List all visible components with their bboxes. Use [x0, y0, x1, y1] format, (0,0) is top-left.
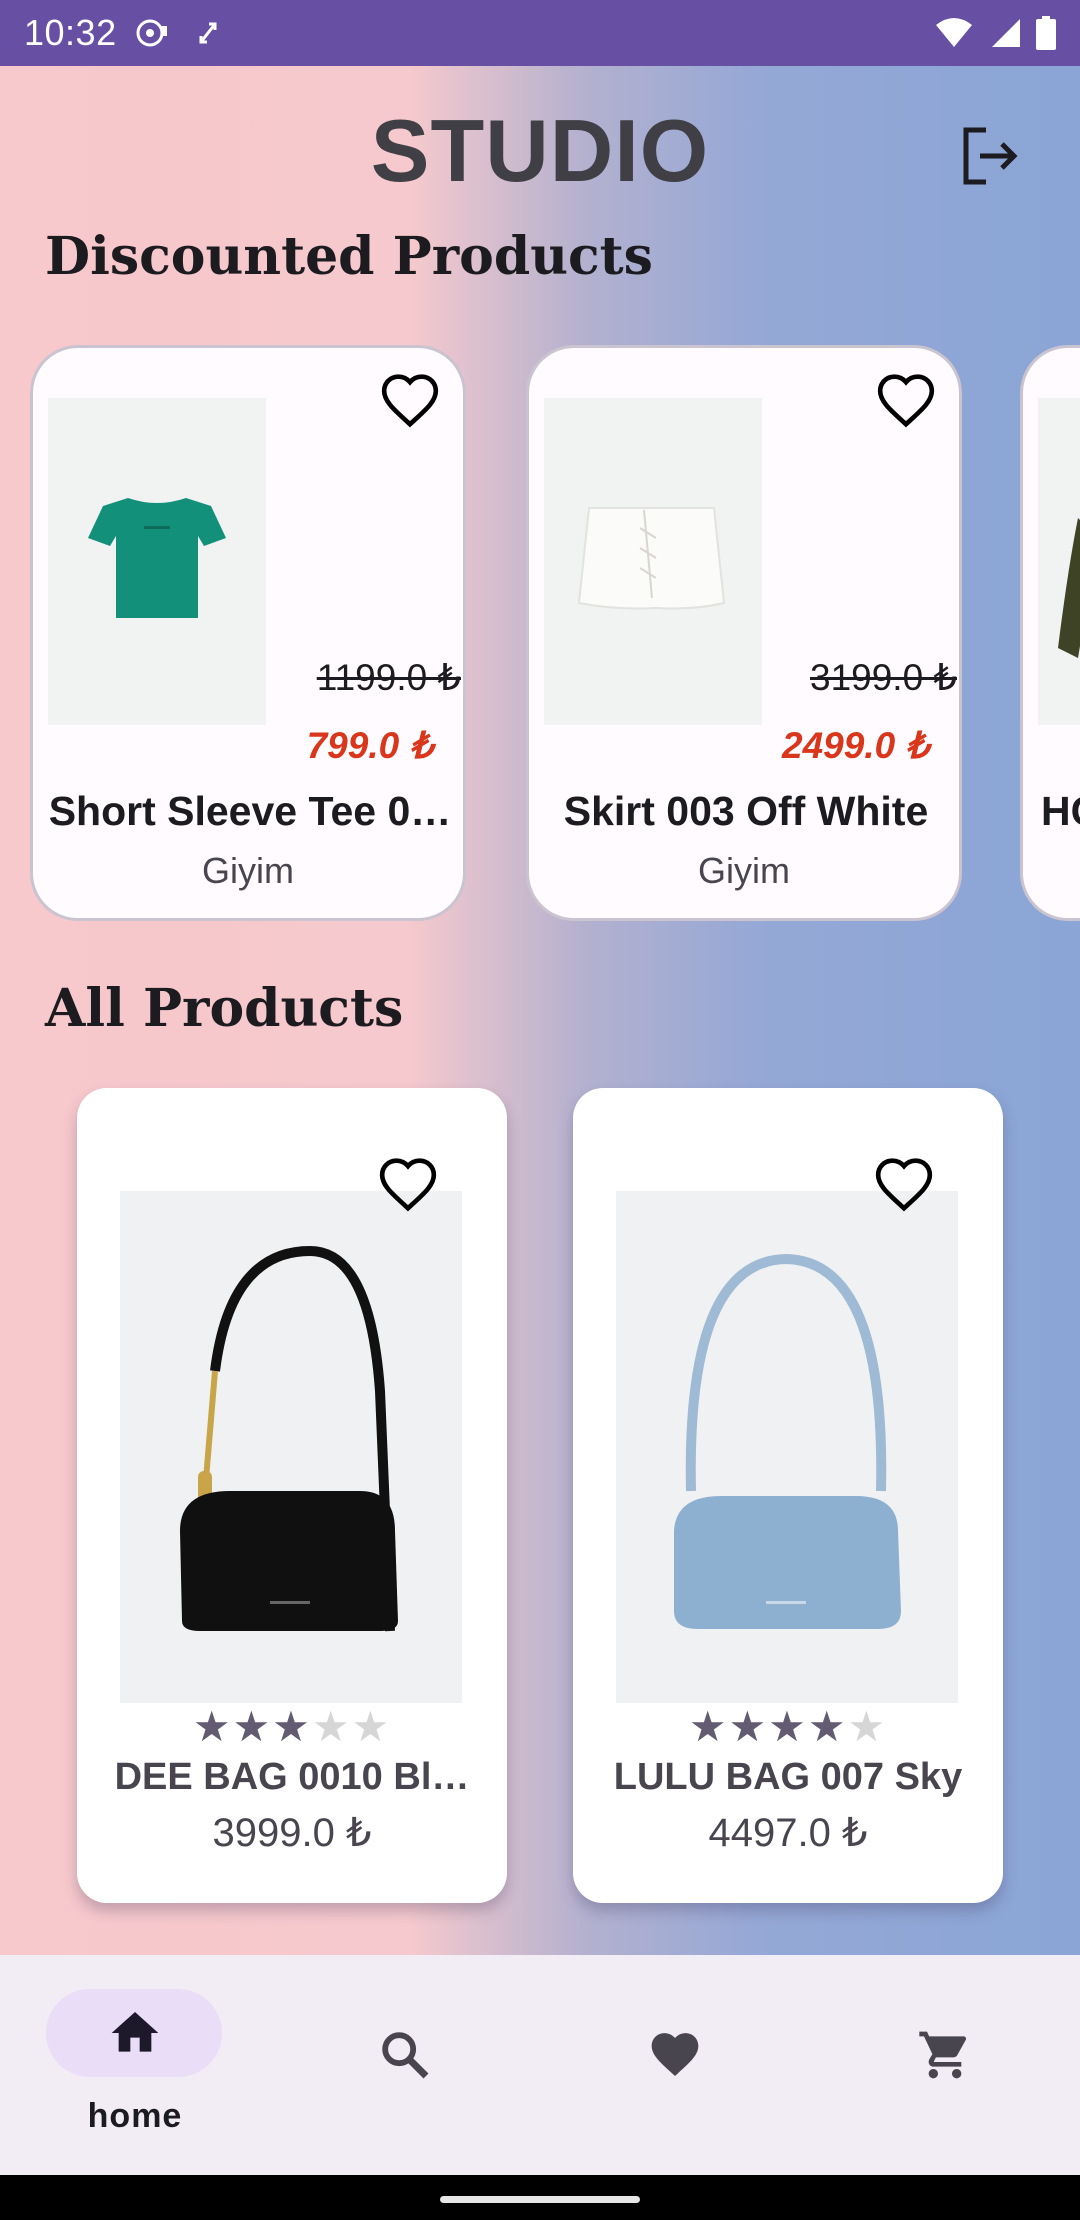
- discount-card[interactable]: 1199.0 ₺ 799.0 ₺ Short Sleeve Tee 0… Giy…: [30, 345, 466, 921]
- star-filled-icon: ★: [728, 1703, 769, 1750]
- product-name: Short Sleeve Tee 0…: [48, 788, 452, 834]
- status-bar: 10:32: [0, 0, 1080, 66]
- discount-price: 2499.0 ₺: [782, 725, 929, 766]
- discount-card[interactable]: HC: [1020, 345, 1080, 921]
- star-filled-icon: ★: [768, 1703, 808, 1750]
- search-icon: [382, 2032, 429, 2079]
- product-image: [1038, 398, 1080, 725]
- star-empty-icon: ★: [351, 1703, 392, 1750]
- media-icon: [136, 19, 167, 47]
- status-notification-icons: [135, 16, 221, 50]
- favorite-heart-icon[interactable]: [873, 1154, 935, 1216]
- gesture-handle[interactable]: [440, 2196, 640, 2203]
- product-image: [48, 398, 266, 725]
- heart-icon: [651, 2033, 699, 2076]
- status-time: 10:32: [24, 12, 117, 53]
- nav-item-search[interactable]: [270, 1955, 540, 2175]
- favorite-heart-icon[interactable]: [377, 1154, 439, 1216]
- bottom-navigation: home: [0, 1955, 1080, 2175]
- star-filled-icon: ★: [272, 1703, 312, 1750]
- cart-icon: [919, 2031, 966, 2079]
- nav-item-home[interactable]: home: [0, 1955, 270, 2175]
- product-image: [616, 1191, 958, 1703]
- product-category: Giyim: [202, 850, 294, 891]
- nav-item-cart[interactable]: [810, 1955, 1080, 2175]
- product-image: [544, 398, 762, 725]
- star-empty-icon: ★: [311, 1703, 352, 1750]
- star-filled-icon: ★: [232, 1703, 273, 1750]
- old-price: 3199.0 ₺: [810, 657, 957, 698]
- app-title: STUDIO: [370, 101, 710, 200]
- discount-price: 799.0 ₺: [306, 725, 433, 766]
- app-screen: 10:32 STUDIO Discounted Products 1199.0 …: [0, 0, 1080, 2220]
- star-filled-icon: ★: [807, 1703, 848, 1750]
- favorite-heart-icon[interactable]: [875, 370, 937, 432]
- nav-item-favorites[interactable]: [540, 1955, 810, 2175]
- discounted-section-title: Discounted Products: [45, 226, 653, 287]
- old-price: 1199.0 ₺: [316, 657, 461, 698]
- product-image: [120, 1191, 462, 1703]
- discount-card[interactable]: 3199.0 ₺ 2499.0 ₺ Skirt 003 Off White Gi…: [526, 345, 962, 921]
- product-price: 3999.0 ₺: [212, 1811, 372, 1855]
- product-name: Skirt 003 Off White: [563, 788, 929, 834]
- product-name: DEE BAG 0010 Bl…: [114, 1756, 470, 1798]
- rating-stars: ★★★★★: [77, 1704, 507, 1750]
- star-filled-icon: ★: [688, 1703, 729, 1750]
- product-price: 4497.0 ₺: [708, 1811, 868, 1855]
- sync-icon: [199, 22, 217, 44]
- rating-stars: ★★★★★: [573, 1704, 1003, 1750]
- star-filled-icon: ★: [192, 1703, 233, 1750]
- product-name: LULU BAG 007 Sky: [613, 1756, 963, 1798]
- status-system-icons: [934, 16, 1056, 50]
- battery-icon: [1036, 16, 1056, 50]
- all-products-section-title: All Products: [45, 978, 404, 1039]
- logout-icon[interactable]: [956, 122, 1024, 190]
- product-card[interactable]: ★★★★★ DEE BAG 0010 Bl… 3999.0 ₺: [77, 1088, 507, 1903]
- home-icon: [111, 2012, 159, 2052]
- product-name: HC: [1041, 788, 1080, 834]
- favorite-heart-icon[interactable]: [379, 370, 441, 432]
- wifi-icon: [936, 18, 972, 47]
- nav-label-home: home: [87, 2097, 183, 2135]
- star-empty-icon: ★: [847, 1703, 888, 1750]
- product-card[interactable]: ★★★★★ LULU BAG 007 Sky 4497.0 ₺: [573, 1088, 1003, 1903]
- signal-icon: [992, 19, 1020, 47]
- product-category: Giyim: [698, 850, 790, 891]
